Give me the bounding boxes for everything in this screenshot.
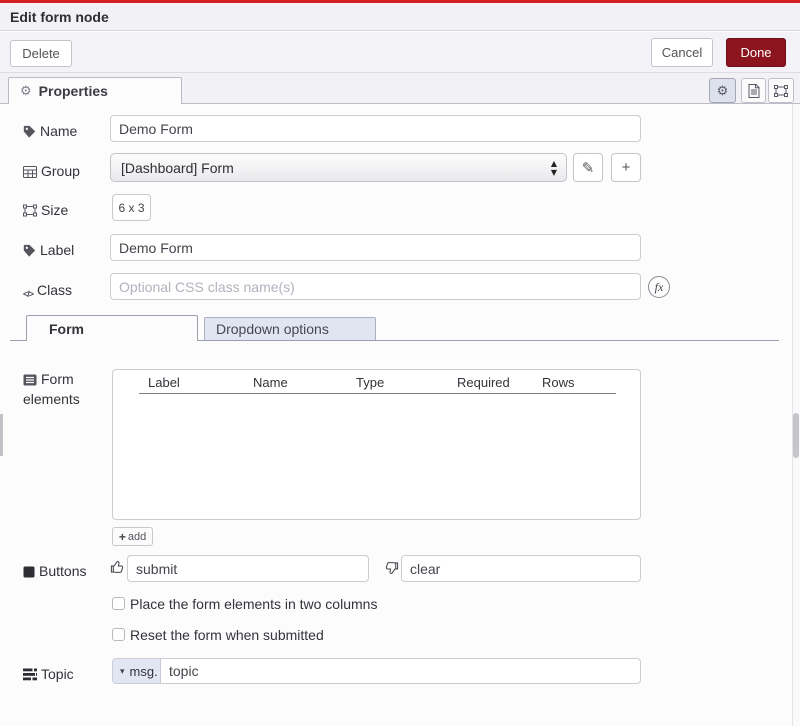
- dialog-title: Edit form node: [10, 3, 109, 31]
- tag-icon: [23, 244, 36, 257]
- left-scrollbar-thumb[interactable]: [0, 414, 3, 456]
- form-elements-table[interactable]: Label Name Type Required Rows: [112, 369, 641, 520]
- list-alt-icon: [23, 374, 37, 386]
- table-icon: [23, 166, 37, 178]
- tasks-icon: [23, 668, 37, 681]
- thumbs-up-icon: [110, 559, 125, 575]
- object-group-icon: [774, 85, 788, 97]
- msg-prefix-label: msg.: [130, 664, 158, 679]
- column-header-name: Name: [253, 375, 288, 390]
- label-input[interactable]: [110, 234, 641, 261]
- dialog-header: Edit form node: [0, 3, 800, 31]
- submit-label-input[interactable]: [127, 555, 369, 582]
- thumbs-down-icon: [384, 560, 399, 576]
- name-input[interactable]: [110, 115, 641, 142]
- checkbox-two-columns[interactable]: [112, 597, 125, 610]
- group-select[interactable]: [Dashboard] Form ▲▼: [110, 153, 567, 182]
- checkbox-reset-form[interactable]: [112, 628, 125, 641]
- edit-form-node-dialog: Edit form node Delete Cancel Done ⚙ Prop…: [0, 0, 800, 726]
- name-field-label: Name: [23, 121, 103, 141]
- class-field-label: </>Class: [23, 280, 103, 304]
- checkbox-two-columns-label: Place the form elements in two columns: [130, 596, 377, 612]
- tab-properties[interactable]: ⚙ Properties: [8, 77, 182, 104]
- appearance-tab-button[interactable]: [768, 78, 794, 103]
- fx-icon: fx: [655, 280, 664, 295]
- msg-prefix-button[interactable]: ▾ msg.: [113, 659, 161, 683]
- plus-icon: +: [622, 159, 631, 176]
- column-header-rows: Rows: [542, 375, 575, 390]
- buttons-field-label: Buttons: [23, 561, 103, 581]
- class-input[interactable]: [110, 273, 641, 300]
- document-icon: [748, 84, 760, 98]
- topic-typed-input[interactable]: ▾ msg. topic: [112, 658, 641, 684]
- code-icon: </>: [23, 289, 33, 299]
- group-field-label: Group: [23, 161, 103, 181]
- label-field-label: Label: [23, 240, 103, 260]
- edit-group-button[interactable]: ✎: [573, 153, 603, 182]
- description-tab-button[interactable]: [741, 78, 766, 103]
- table-header-rule: [139, 393, 616, 394]
- gear-icon: ⚙: [717, 83, 729, 99]
- square-icon: [23, 566, 35, 578]
- add-group-button[interactable]: +: [611, 153, 641, 182]
- object-group-icon: [23, 204, 37, 217]
- right-scrollbar-thumb[interactable]: [793, 413, 799, 458]
- tag-icon: [23, 125, 36, 138]
- expand-editor-button[interactable]: fx: [648, 276, 670, 298]
- size-button[interactable]: 6 x 3: [112, 194, 151, 221]
- plus-icon: +: [119, 530, 126, 544]
- properties-tab-label: Properties: [39, 83, 108, 99]
- gear-icon: ⚙: [20, 83, 32, 99]
- column-header-required: Required: [457, 375, 510, 390]
- delete-button[interactable]: Delete: [10, 40, 72, 67]
- pencil-icon: ✎: [582, 159, 595, 177]
- group-select-value: [Dashboard] Form: [121, 160, 234, 176]
- form-elements-label: Form elements: [23, 369, 95, 409]
- cancel-button[interactable]: Cancel: [651, 38, 713, 67]
- topic-input[interactable]: topic: [161, 659, 640, 683]
- column-header-label: Label: [148, 375, 180, 390]
- tab-form[interactable]: Form: [26, 315, 198, 341]
- clear-label-input[interactable]: [401, 555, 641, 582]
- select-arrows-icon: ▲▼: [551, 159, 557, 177]
- size-field-label: Size: [23, 200, 103, 220]
- tab-dropdown-options[interactable]: Dropdown options: [204, 317, 376, 340]
- column-header-type: Type: [356, 375, 384, 390]
- done-button[interactable]: Done: [726, 38, 786, 67]
- checkbox-reset-form-label: Reset the form when submitted: [130, 627, 324, 643]
- topic-field-label: Topic: [23, 664, 103, 684]
- add-element-button[interactable]: + add: [112, 527, 153, 546]
- caret-down-icon: ▾: [120, 666, 125, 677]
- settings-tab-button[interactable]: ⚙: [709, 78, 736, 103]
